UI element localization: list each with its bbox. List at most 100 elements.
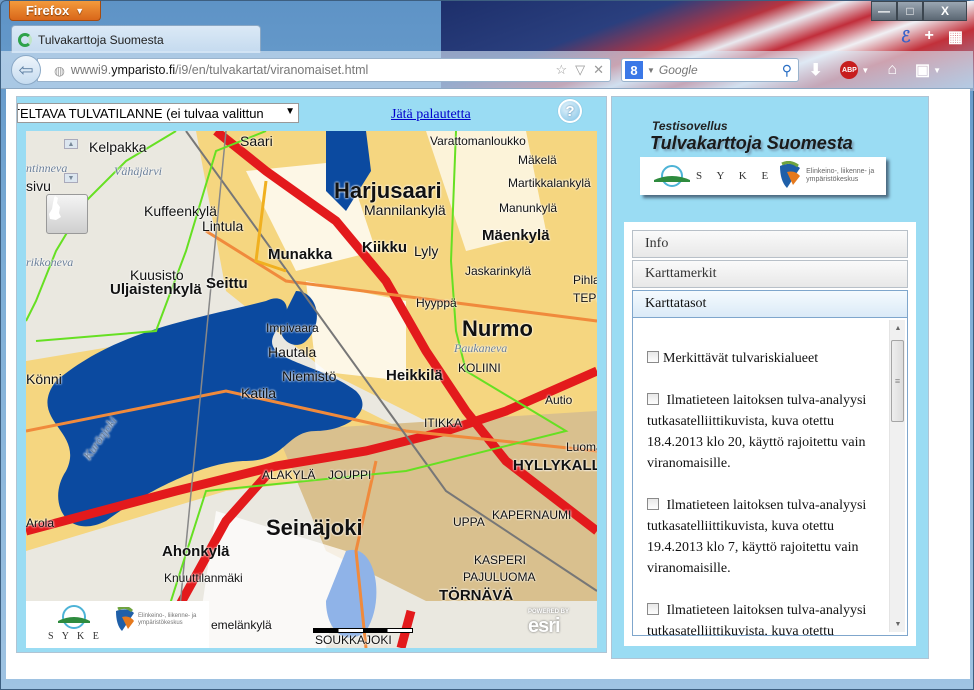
new-tab-icon[interactable]: + xyxy=(925,27,934,47)
close-window-button[interactable]: X xyxy=(923,1,967,21)
map-label: Manunkylä xyxy=(499,201,558,215)
finland-icon xyxy=(49,196,61,220)
layer-item: Ilmatieteen laitoksen tulva-analyysi tut… xyxy=(647,600,878,635)
adblock-button[interactable]: ABP ▼ xyxy=(840,61,869,79)
bookmarks-button[interactable]: ▣ ▼ xyxy=(915,60,941,80)
accordion-header-info[interactable]: Info xyxy=(632,230,908,258)
adblock-icon: ABP xyxy=(840,61,859,79)
download-icon[interactable]: ⬇ xyxy=(809,60,822,80)
syke-logo-text: S Y K E xyxy=(48,631,102,642)
url-path: /i9/en/tulvakartat/viranomaiset.html xyxy=(175,63,369,77)
map-label: TEPI xyxy=(573,291,597,305)
map-label: Mannilankylä xyxy=(364,202,446,218)
flood-scenario-value: TELTAVA TULVATILANNE (ei tulvaa valittun xyxy=(17,105,264,121)
stop-icon[interactable]: ✕ xyxy=(593,62,604,78)
search-icon[interactable]: ⚲ xyxy=(782,62,792,79)
map-label: Niemistö xyxy=(282,368,337,384)
map-label: KOLIINI xyxy=(458,361,501,375)
layer-checkbox[interactable] xyxy=(647,498,659,510)
dropdown-arrow-icon: ▼ xyxy=(282,106,295,117)
map-label: UPPA xyxy=(453,515,485,529)
scroll-up-icon[interactable]: ▲ xyxy=(890,320,906,336)
help-icon: ? xyxy=(565,102,575,120)
syke-logo-icon xyxy=(58,605,90,629)
home-icon[interactable]: ⌂ xyxy=(887,61,897,79)
flood-scenario-select[interactable]: TELTAVA TULVATILANNE (ei tulvaa valittun… xyxy=(17,103,299,123)
feedback-link[interactable]: Jätä palautetta xyxy=(391,107,471,123)
syke-logo-text: S Y K E xyxy=(696,170,775,182)
search-engine-dropdown-icon[interactable]: ▼ xyxy=(647,66,655,75)
map-label: Kiikku xyxy=(362,239,408,256)
layer-checkbox[interactable] xyxy=(647,393,659,405)
addon-icon[interactable]: ℰ xyxy=(901,27,911,47)
sponsor-logos: S Y K E Elinkeino-, liikenne- ja ympäris… xyxy=(640,157,886,195)
map-label: rikkoneva xyxy=(26,255,74,269)
pan-up-button[interactable]: ▲ xyxy=(64,139,78,149)
layers-scrollbar[interactable]: ▲ ≡ ▼ xyxy=(889,320,905,632)
layers-panel: Merkittävät tulvariskialueet Ilmatieteen… xyxy=(632,318,908,636)
arrow-down-icon: ▼ xyxy=(67,174,75,182)
layer-item: Ilmatieteen laitoksen tulva-analyysi tut… xyxy=(647,390,878,474)
globe-icon: ◍ xyxy=(54,63,65,78)
map-label: Kuffeenkylä xyxy=(144,203,217,219)
map-label: Ahonkylä xyxy=(162,543,230,560)
map-label: sivu xyxy=(26,178,51,194)
help-button[interactable]: ? xyxy=(558,99,582,123)
accordion-header-karttamerkit[interactable]: Karttamerkit xyxy=(632,260,908,288)
chevron-down-icon: ▼ xyxy=(75,5,85,16)
url-prefix: wwwi9. xyxy=(70,63,112,77)
map-label: Hyyppä xyxy=(416,296,457,310)
map-logos: S Y K E Elinkeino-, liikenne- ja ympäris… xyxy=(26,601,209,648)
url-domain: ymparisto.fi xyxy=(111,63,176,77)
navigation-toolbar: ◍ wwwi9.ymparisto.fi/i9/en/tulvakartat/v… xyxy=(1,51,973,89)
map-label: JOUPPI xyxy=(328,468,372,482)
map-label: Kelpakka xyxy=(89,139,147,155)
map-panel: TELTAVA TULVATILANNE (ei tulvaa valittun… xyxy=(16,96,607,653)
accordion: Info Karttamerkit Karttatasot Merkittävä… xyxy=(624,222,916,646)
layer-label: Ilmatieteen laitoksen tulva-analyysi tut… xyxy=(647,393,867,471)
app-subtitle: Testisovellus xyxy=(652,119,728,133)
accordion-header-karttatasot[interactable]: Karttatasot xyxy=(632,290,908,318)
bookmarks-icon: ▣ xyxy=(915,62,931,79)
minimize-button[interactable]: — xyxy=(871,1,897,21)
esri-attribution[interactable]: POWERED BY esri xyxy=(528,609,569,638)
browser-tab[interactable]: Tulvakarttoja Suomesta xyxy=(11,25,261,53)
bookmark-star-icon[interactable]: ☆ xyxy=(555,62,567,78)
map-label: Uljaistenkylä xyxy=(110,281,202,298)
history-dropdown-icon[interactable]: ▽ xyxy=(575,62,585,78)
firefox-menu-button[interactable]: Firefox ▼ xyxy=(9,1,101,21)
scroll-down-icon[interactable]: ▼ xyxy=(890,616,906,632)
map-label: SOUKKAJOKI xyxy=(315,633,392,647)
overview-map-button[interactable] xyxy=(46,194,88,234)
tab-groups-icon[interactable]: ▦ xyxy=(948,27,963,47)
map-label: Paukaneva xyxy=(454,341,508,355)
pan-down-button[interactable]: ▼ xyxy=(64,173,78,183)
url-text: wwwi9.ymparisto.fi/i9/en/tulvakartat/vir… xyxy=(71,63,368,77)
map-label: KASPERI xyxy=(474,553,527,567)
grip-icon: ≡ xyxy=(894,376,901,386)
layer-checkbox[interactable] xyxy=(647,603,659,615)
map-canvas[interactable]: Kelpakka Saari Vähäjärvi ntinneva sivu H… xyxy=(26,131,597,648)
search-placeholder: Google xyxy=(658,63,698,77)
map-label: Saari xyxy=(240,133,273,149)
syke-logo-icon xyxy=(654,165,690,187)
back-button[interactable]: ⇦ xyxy=(11,55,41,85)
google-icon[interactable]: 8 xyxy=(625,61,643,79)
map-label: Nurmo xyxy=(462,316,533,341)
url-bar[interactable]: ◍ wwwi9.ymparisto.fi/i9/en/tulvakartat/v… xyxy=(37,58,611,82)
map-label: Lintula xyxy=(202,218,244,234)
map-label: Heikkilä xyxy=(386,367,443,384)
chevron-down-icon: ▼ xyxy=(933,65,942,75)
layer-label: Merkittävät tulvariskialueet xyxy=(663,351,819,366)
scrollbar-thumb[interactable]: ≡ xyxy=(891,340,904,422)
maximize-button[interactable]: □ xyxy=(897,1,923,21)
map-label: Pihlajam xyxy=(573,273,597,287)
toolbar-icons: ⬇ ABP ▼ ⌂ ▣ ▼ xyxy=(809,60,941,80)
esri-logo: esri xyxy=(528,615,561,637)
search-bar[interactable]: 8 ▼ Google ⚲ xyxy=(621,58,799,82)
map-label: ITIKKA xyxy=(424,416,463,430)
layer-checkbox[interactable] xyxy=(647,351,659,363)
map-label: Lyly xyxy=(414,243,439,259)
arrow-up-icon: ▲ xyxy=(67,140,75,148)
map-label: Jaskarinkylä xyxy=(465,264,532,278)
